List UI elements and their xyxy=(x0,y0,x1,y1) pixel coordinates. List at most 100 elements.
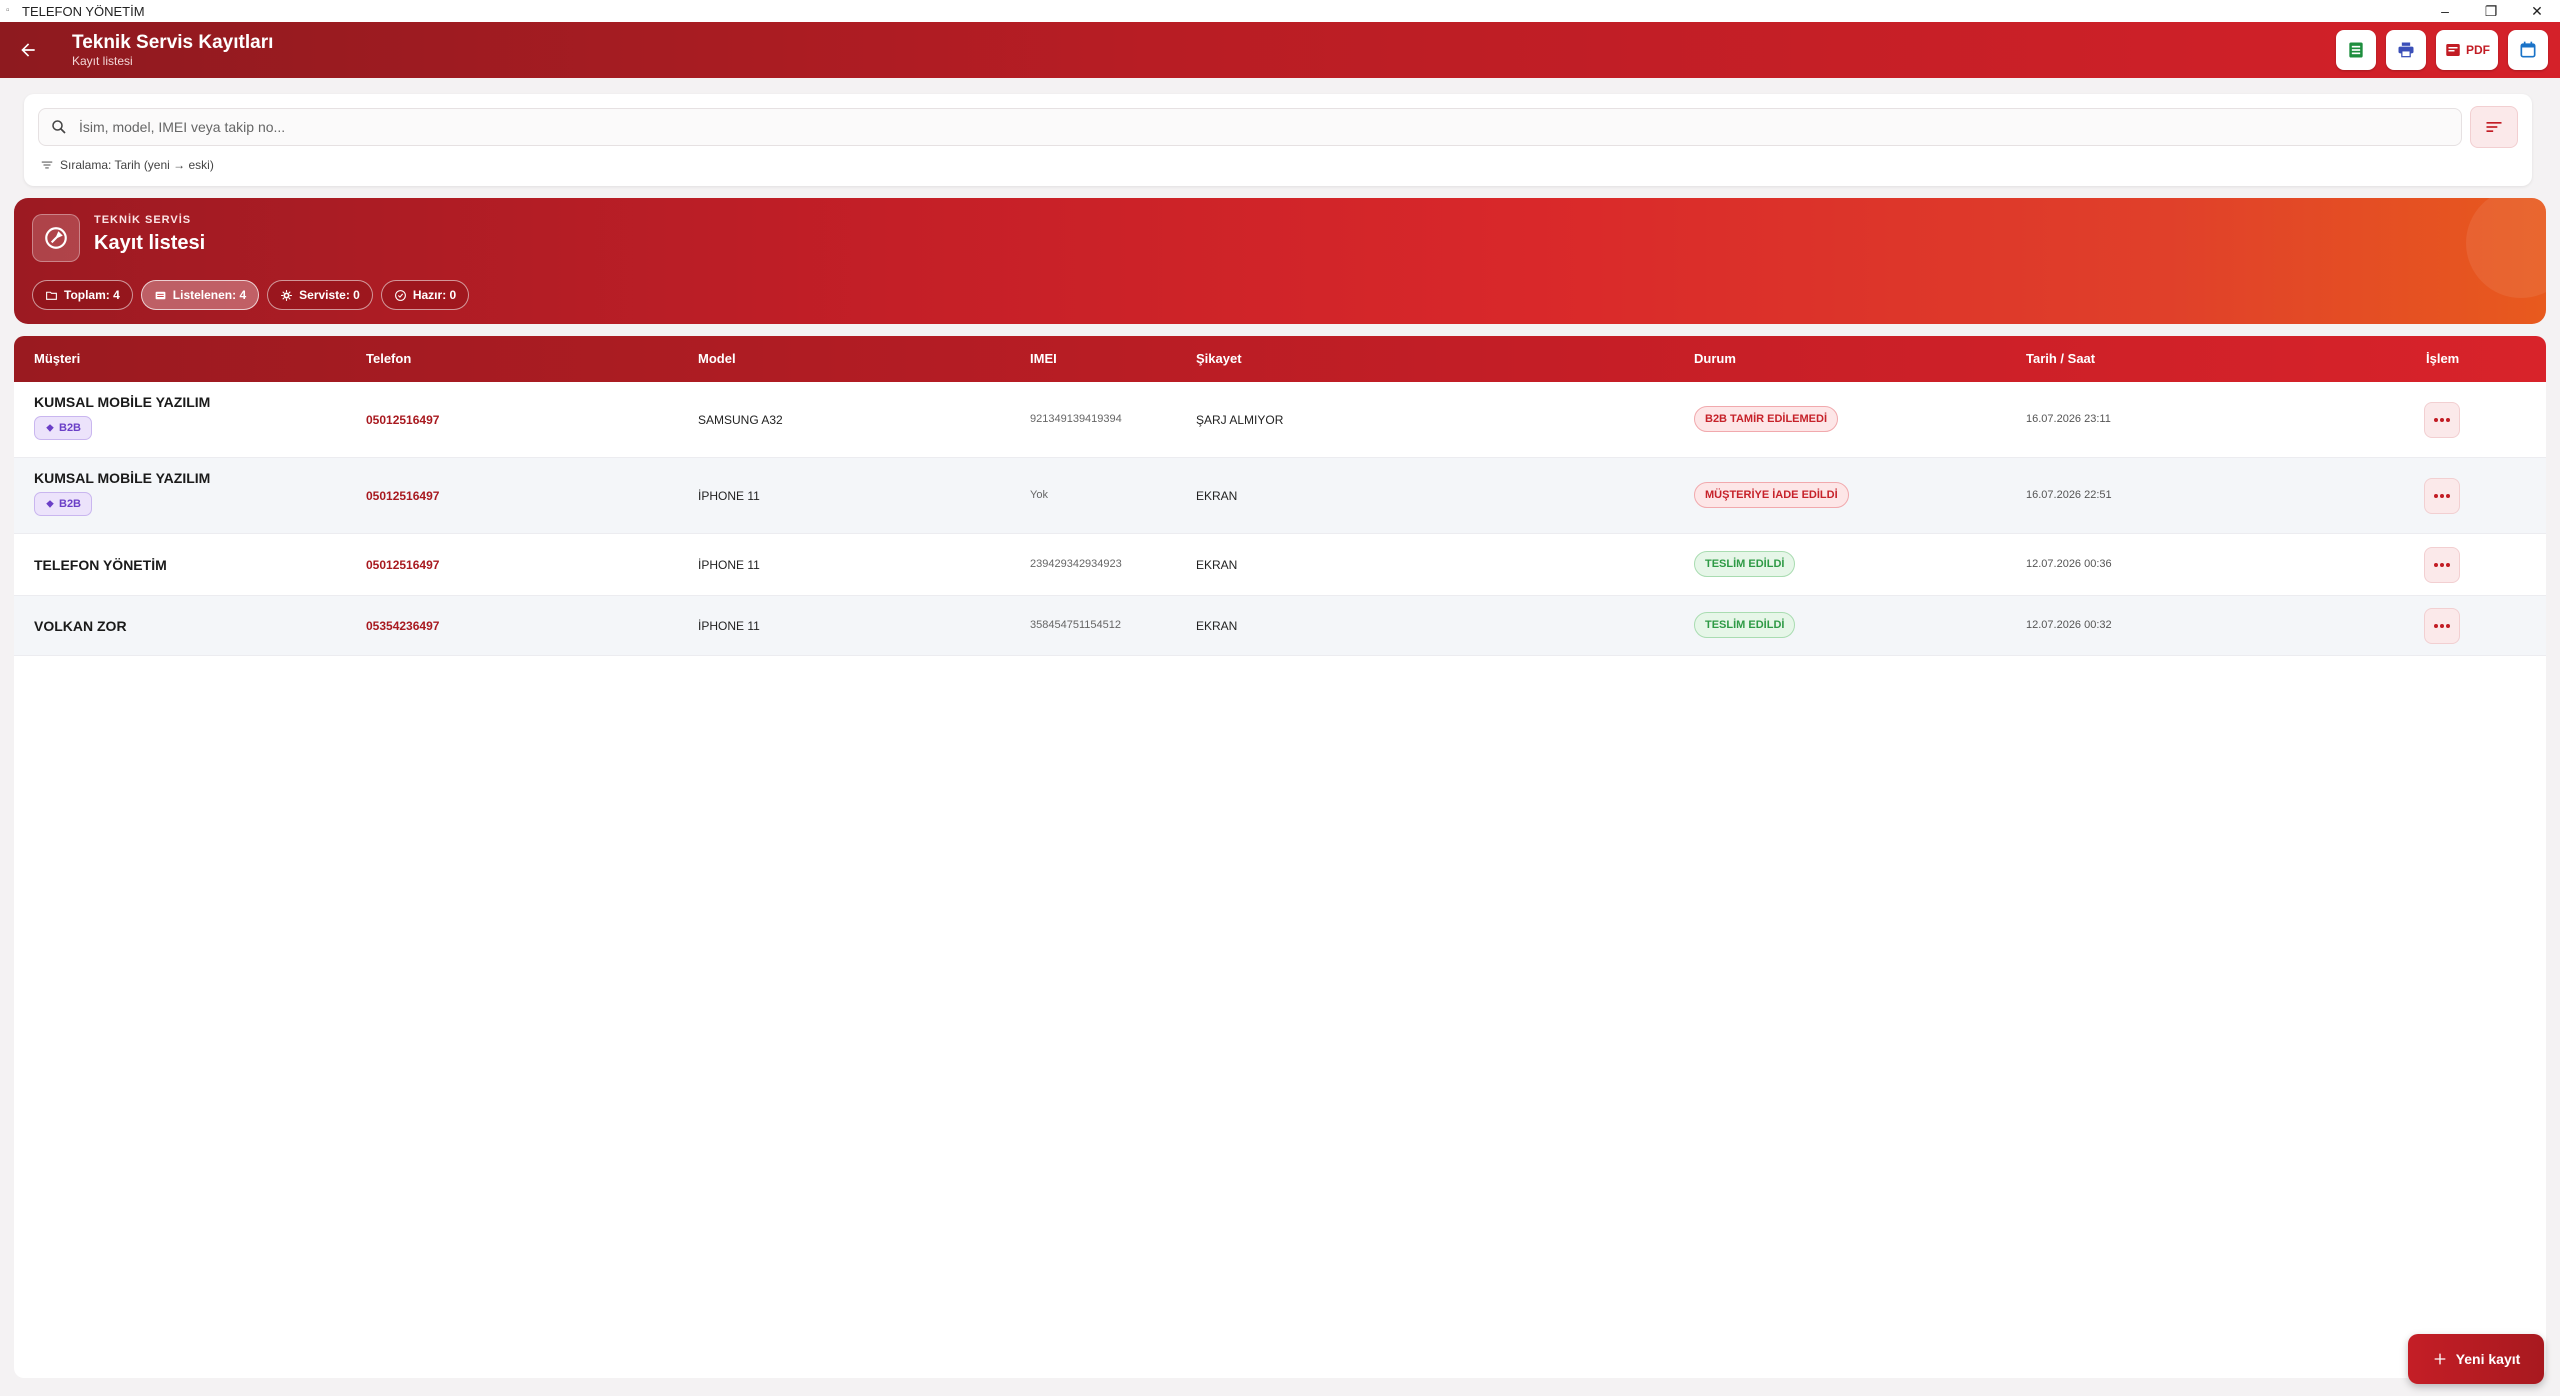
print-button[interactable] xyxy=(2386,30,2426,70)
status-badge: MÜŞTERİYE İADE EDİLDİ xyxy=(1694,482,1849,508)
table-row[interactable]: VOLKAN ZOR 05354236497 İPHONE 11 3584547… xyxy=(14,596,2546,656)
table-header: Müşteri Telefon Model IMEI Şikayet Durum… xyxy=(14,336,2546,382)
phone-number[interactable]: 05354236497 xyxy=(366,619,439,633)
search-box xyxy=(38,108,2462,146)
chip-ready-label: Hazır: 0 xyxy=(412,288,457,302)
customer-name: KUMSAL MOBİLE YAZILIM xyxy=(34,394,211,410)
complaint: EKRAN xyxy=(1196,489,1238,503)
row-actions-button[interactable] xyxy=(2424,547,2460,583)
status-badge: B2B TAMİR EDİLEMEDİ xyxy=(1694,406,1839,432)
chip-listed[interactable]: Listelenen: 4 xyxy=(140,280,260,310)
col-status[interactable]: Durum xyxy=(1694,336,1736,382)
customer-name: KUMSAL MOBİLE YAZILIM xyxy=(34,470,211,486)
col-customer[interactable]: Müşteri xyxy=(34,336,80,382)
sort-text: Sıralama: Tarih (yeni → eski) xyxy=(60,158,214,172)
calendar-button[interactable] xyxy=(2508,30,2548,70)
col-phone[interactable]: Telefon xyxy=(366,336,411,382)
new-record-button[interactable]: Yeni kayıt xyxy=(2408,1334,2544,1384)
app-icon: ▫ xyxy=(6,5,10,16)
customer-name: TELEFON YÖNETİM xyxy=(34,557,167,573)
col-imei[interactable]: IMEI xyxy=(1030,336,1057,382)
more-horizontal-icon xyxy=(2434,418,2450,422)
table-row[interactable]: TELEFON YÖNETİM 05012516497 İPHONE 11 23… xyxy=(14,534,2546,596)
close-icon[interactable]: ✕ xyxy=(2514,0,2560,22)
filter-icon xyxy=(41,161,53,169)
window-titlebar: ▫ TELEFON YÖNETİM – ❐ ✕ xyxy=(0,0,2560,22)
phone-number[interactable]: 05012516497 xyxy=(366,413,439,427)
chip-listed-label: Listelenen: 4 xyxy=(172,288,247,302)
datetime: 16.07.2026 23:11 xyxy=(2026,413,2111,425)
device-model: SAMSUNG A32 xyxy=(698,413,783,427)
datetime: 12.07.2026 00:32 xyxy=(2026,619,2112,631)
row-actions-button[interactable] xyxy=(2424,478,2460,514)
imei: 921349139419394 xyxy=(1030,413,1122,425)
status-badge: TESLİM EDİLDİ xyxy=(1694,551,1796,577)
hero-banner: TEKNİK SERVİS Kayıt listesi Toplam: 4 Li… xyxy=(14,198,2546,324)
complaint: EKRAN xyxy=(1196,558,1238,572)
table-row[interactable]: KUMSAL MOBİLE YAZILIM B2B 05012516497 SA… xyxy=(14,382,2546,458)
header-actions: PDF xyxy=(2336,30,2548,70)
minimize-icon[interactable]: – xyxy=(2422,0,2468,22)
hero-kicker: TEKNİK SERVİS xyxy=(94,214,192,226)
sort-icon xyxy=(2486,122,2502,132)
customer-name: VOLKAN ZOR xyxy=(34,618,127,634)
datetime: 12.07.2026 00:36 xyxy=(2026,558,2112,570)
page-title: Teknik Servis Kayıtları xyxy=(72,32,274,53)
page-subtitle: Kayıt listesi xyxy=(72,54,133,68)
col-actions: İşlem xyxy=(2426,351,2460,366)
export-pdf-button[interactable]: PDF xyxy=(2436,30,2498,70)
back-button[interactable] xyxy=(0,22,56,78)
printer-icon xyxy=(2398,42,2414,58)
datetime: 16.07.2026 22:51 xyxy=(2026,489,2112,501)
b2b-badge: B2B xyxy=(34,492,93,516)
b2b-label: B2B xyxy=(59,422,82,434)
phone-number[interactable]: 05012516497 xyxy=(366,558,439,572)
diamond-icon xyxy=(46,424,54,432)
hero-title: Kayıt listesi xyxy=(94,232,206,254)
plus-icon xyxy=(2434,1353,2446,1365)
search-card: Sıralama: Tarih (yeni → eski) xyxy=(24,94,2532,186)
col-datetime[interactable]: Tarih / Saat xyxy=(2026,336,2095,382)
sort-button[interactable] xyxy=(2470,106,2518,148)
col-complaint[interactable]: Şikayet xyxy=(1196,336,1242,382)
chip-in-service[interactable]: Serviste: 0 xyxy=(267,280,373,310)
restore-icon[interactable]: ❐ xyxy=(2468,0,2514,22)
imei: Yok xyxy=(1030,489,1048,501)
table-row[interactable]: KUMSAL MOBİLE YAZILIM B2B 05012516497 İP… xyxy=(14,458,2546,534)
window-controls: – ❐ ✕ xyxy=(2422,0,2560,22)
folder-icon xyxy=(46,291,57,300)
status-badge: TESLİM EDİLDİ xyxy=(1694,612,1796,638)
chip-ready[interactable]: Hazır: 0 xyxy=(380,280,470,310)
chip-in-service-label: Serviste: 0 xyxy=(299,288,360,302)
col-model[interactable]: Model xyxy=(698,336,736,382)
stat-chips: Toplam: 4 Listelenen: 4 Serviste: 0 Hazı… xyxy=(32,280,470,310)
imei: 239429342934923 xyxy=(1030,558,1122,570)
chip-total[interactable]: Toplam: 4 xyxy=(32,280,133,310)
service-badge xyxy=(32,214,80,262)
phone-number[interactable]: 05012516497 xyxy=(366,489,439,503)
more-horizontal-icon xyxy=(2434,494,2450,498)
more-horizontal-icon xyxy=(2434,563,2450,567)
complaint: ŞARJ ALMIYOR xyxy=(1196,413,1284,427)
spreadsheet-icon xyxy=(2349,42,2363,58)
header-titles: Teknik Servis Kayıtları Kayıt listesi xyxy=(72,32,273,68)
new-record-label: Yeni kayıt xyxy=(2455,1351,2521,1367)
search-icon xyxy=(39,118,79,136)
imei: 358454751154512 xyxy=(1030,619,1121,631)
calendar-icon xyxy=(2520,41,2536,58)
row-actions-button[interactable] xyxy=(2424,402,2460,438)
row-actions-button[interactable] xyxy=(2424,608,2460,644)
window-title: TELEFON YÖNETİM xyxy=(22,3,145,19)
device-model: İPHONE 11 xyxy=(698,619,760,633)
search-input[interactable] xyxy=(79,119,2379,135)
chip-total-label: Toplam: 4 xyxy=(64,288,120,302)
device-model: İPHONE 11 xyxy=(698,489,760,503)
export-excel-button[interactable] xyxy=(2336,30,2376,70)
diamond-icon xyxy=(46,500,54,508)
complaint: EKRAN xyxy=(1196,619,1238,633)
gear-icon xyxy=(281,289,293,301)
arrow-left-icon xyxy=(21,43,35,57)
more-horizontal-icon xyxy=(2434,624,2450,628)
sort-indicator: Sıralama: Tarih (yeni → eski) xyxy=(40,158,214,172)
list-icon xyxy=(155,291,166,299)
